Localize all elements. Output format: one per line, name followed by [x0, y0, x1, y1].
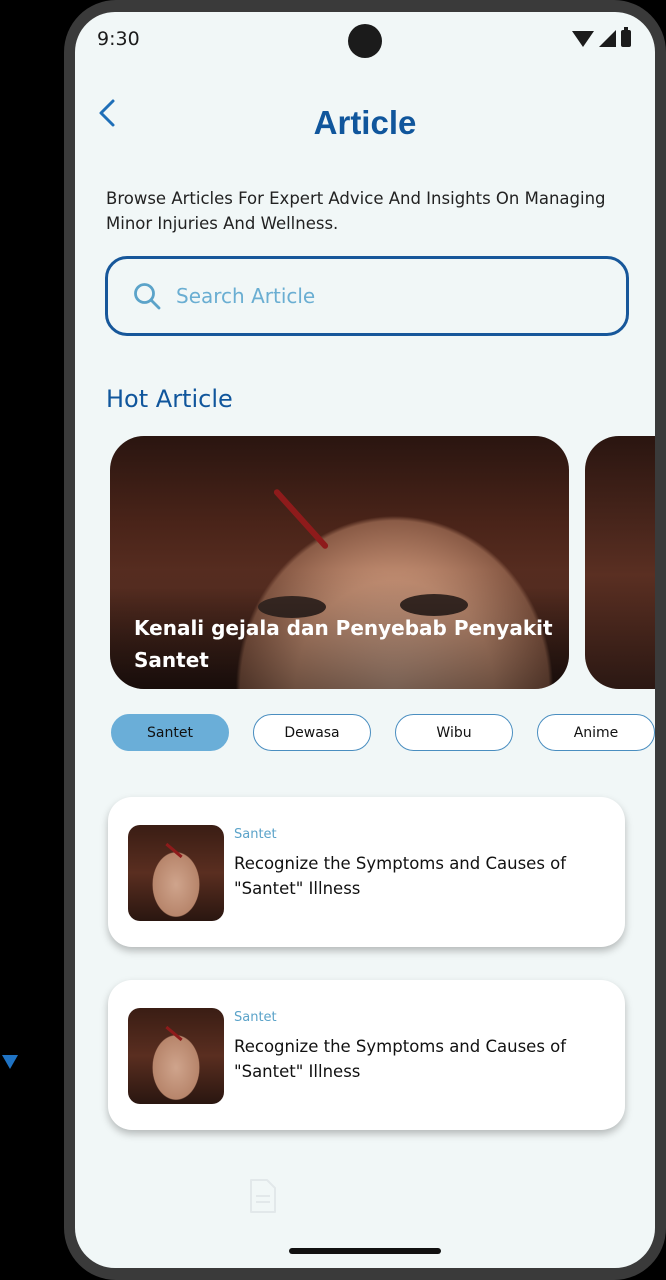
- wifi-icon: [572, 30, 594, 47]
- article-thumbnail: [128, 825, 224, 921]
- search-icon: [134, 283, 161, 310]
- article-card[interactable]: Santet Recognize the Symptoms and Causes…: [108, 797, 625, 947]
- chip-wibu[interactable]: Wibu: [395, 714, 513, 751]
- category-chips: Santet Dewasa Wibu Anime: [111, 714, 655, 751]
- home-indicator[interactable]: [289, 1248, 441, 1254]
- signal-icon: [599, 30, 616, 47]
- hot-article-card-next[interactable]: [585, 436, 655, 689]
- status-bar: 9:30: [75, 12, 655, 68]
- search-input[interactable]: [174, 283, 598, 309]
- chip-anime[interactable]: Anime: [537, 714, 655, 751]
- section-title-hot-article: Hot Article: [106, 385, 233, 413]
- document-icon[interactable]: [247, 1178, 279, 1214]
- hot-article-card[interactable]: Kenali gejala dan Penyebab Penyakit Sant…: [110, 436, 569, 689]
- search-box[interactable]: [105, 256, 629, 336]
- chip-dewasa[interactable]: Dewasa: [253, 714, 371, 751]
- battery-icon: [621, 27, 631, 47]
- status-time: 9:30: [97, 28, 140, 50]
- chip-santet[interactable]: Santet: [111, 714, 229, 751]
- article-title: Recognize the Symptoms and Causes of "Sa…: [234, 854, 567, 898]
- article-thumbnail: [128, 1008, 224, 1104]
- article-card[interactable]: Santet Recognize the Symptoms and Causes…: [108, 980, 625, 1130]
- intro-text: Browse Articles For Expert Advice And In…: [106, 189, 606, 233]
- side-marker-icon: [2, 1055, 18, 1069]
- status-icons: [572, 27, 631, 47]
- hot-article-image-detail: [272, 488, 330, 550]
- camera-cutout: [348, 24, 382, 58]
- app-screen: 9:30 Article Browse Articles For Expert …: [75, 12, 655, 1268]
- article-title: Recognize the Symptoms and Causes of "Sa…: [234, 1037, 567, 1081]
- hot-article-title: Kenali gejala dan Penyebab Penyakit Sant…: [134, 616, 553, 672]
- page-title: Article: [313, 104, 417, 141]
- article-tag: Santet: [234, 827, 277, 842]
- article-tag: Santet: [234, 1010, 277, 1025]
